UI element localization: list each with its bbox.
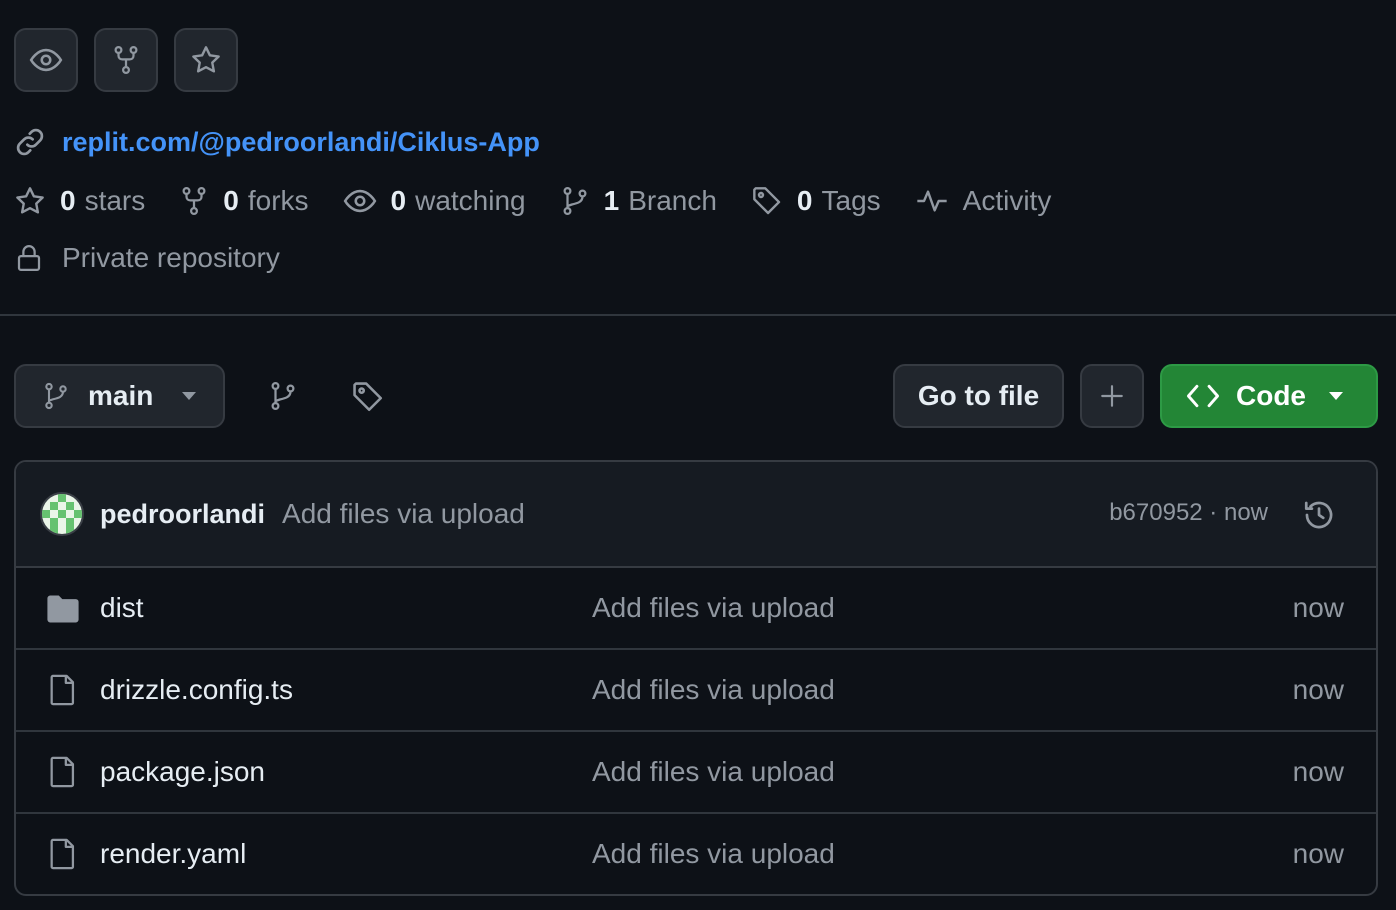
stat-count: 0	[60, 185, 76, 216]
file-time: now	[1292, 674, 1344, 705]
add-file-button[interactable]	[1080, 364, 1144, 428]
file-row-render-yaml[interactable]: render.yaml Add files via upload now	[16, 814, 1376, 894]
file-time: now	[1292, 756, 1344, 787]
stat-tags[interactable]: 0 Tags	[751, 185, 881, 217]
stat-label: stars	[84, 185, 146, 216]
stat-label: Activity	[962, 185, 1052, 216]
stat-label: Branch	[628, 185, 717, 216]
latest-commit: pedroorlandi Add files via upload b67095…	[16, 462, 1376, 568]
commit-history-button[interactable]	[1302, 498, 1336, 532]
tag-icon	[353, 382, 383, 412]
section-divider	[0, 314, 1396, 316]
file-commit-message[interactable]: Add files via upload	[592, 756, 835, 788]
stat-activity[interactable]: Activity	[915, 185, 1052, 217]
stat-branches[interactable]: 1 Branch	[560, 185, 717, 217]
stat-label: Tags	[821, 185, 881, 216]
commit-hash-time[interactable]: b670952 · now	[1109, 499, 1268, 527]
star-button[interactable]	[174, 28, 238, 92]
caret-down-icon	[182, 392, 197, 400]
repo-website: replit.com/@pedroorlandi/Ciklus-App	[14, 126, 540, 158]
star-icon	[192, 46, 220, 73]
file-row-drizzle-config[interactable]: drizzle.config.ts Add files via upload n…	[16, 650, 1376, 732]
commit-message[interactable]: Add files via upload	[282, 498, 525, 530]
pulse-icon	[916, 190, 947, 212]
watch-button[interactable]	[14, 28, 78, 92]
folder-icon	[46, 594, 80, 624]
file-icon	[46, 672, 80, 708]
stat-count: 0	[390, 185, 407, 216]
file-row-dist[interactable]: dist Add files via upload now	[16, 568, 1376, 650]
branches-link[interactable]	[268, 380, 298, 412]
tag-icon	[753, 187, 781, 215]
code-label: Code	[1236, 380, 1306, 411]
avatar[interactable]	[40, 492, 84, 536]
stat-count: 0	[223, 185, 239, 216]
stat-label: watching	[415, 185, 526, 216]
file-commit-message[interactable]: Add files via upload	[592, 838, 835, 870]
file-list: pedroorlandi Add files via upload b67095…	[14, 460, 1378, 896]
code-button[interactable]: Code	[1160, 364, 1378, 428]
fork-icon	[114, 46, 138, 75]
lock-icon	[17, 245, 41, 271]
eye-icon	[29, 48, 63, 72]
eye-icon	[343, 189, 376, 213]
file-time: now	[1292, 592, 1344, 623]
stat-label: forks	[247, 185, 309, 216]
stat-stars[interactable]: 0 stars	[14, 185, 145, 217]
plus-icon	[1101, 385, 1123, 407]
file-commit-message[interactable]: Add files via upload	[592, 674, 835, 706]
branch-selector[interactable]: main	[14, 364, 225, 428]
visibility-label: Private repository	[62, 242, 280, 273]
fork-icon	[182, 187, 206, 216]
file-name[interactable]: drizzle.config.ts	[100, 674, 293, 706]
fork-button[interactable]	[94, 28, 158, 92]
file-icon	[46, 754, 80, 790]
repo-stats: 0 stars 0 forks 0 watching 1 Branch 0 Ta…	[14, 184, 1085, 218]
branch-name: main	[88, 380, 154, 411]
file-name[interactable]: render.yaml	[100, 838, 246, 870]
branch-icon	[563, 187, 587, 216]
star-icon	[16, 187, 44, 214]
stat-watching[interactable]: 0 watching	[343, 184, 526, 218]
tags-link[interactable]	[351, 380, 385, 414]
history-icon	[1304, 501, 1333, 529]
branch-icon	[271, 382, 295, 411]
stat-forks[interactable]: 0 forks	[179, 185, 309, 217]
file-name[interactable]: dist	[100, 592, 144, 624]
stat-count: 1	[603, 185, 620, 216]
file-row-package-json[interactable]: package.json Add files via upload now	[16, 732, 1376, 814]
caret-down-icon	[1329, 392, 1343, 400]
code-icon	[1186, 384, 1220, 408]
commit-author[interactable]: pedroorlandi	[100, 499, 265, 530]
file-commit-message[interactable]: Add files via upload	[592, 592, 835, 624]
file-name[interactable]: package.json	[100, 756, 265, 788]
stat-count: 0	[796, 185, 813, 216]
link-icon	[16, 128, 44, 156]
file-time: now	[1292, 838, 1344, 869]
go-to-file-button[interactable]: Go to file	[893, 364, 1064, 428]
repo-actions	[14, 28, 238, 92]
branch-icon	[45, 382, 67, 410]
file-icon	[46, 836, 80, 872]
website-link[interactable]: replit.com/@pedroorlandi/Ciklus-App	[62, 127, 540, 158]
visibility-row: Private repository	[14, 242, 280, 274]
